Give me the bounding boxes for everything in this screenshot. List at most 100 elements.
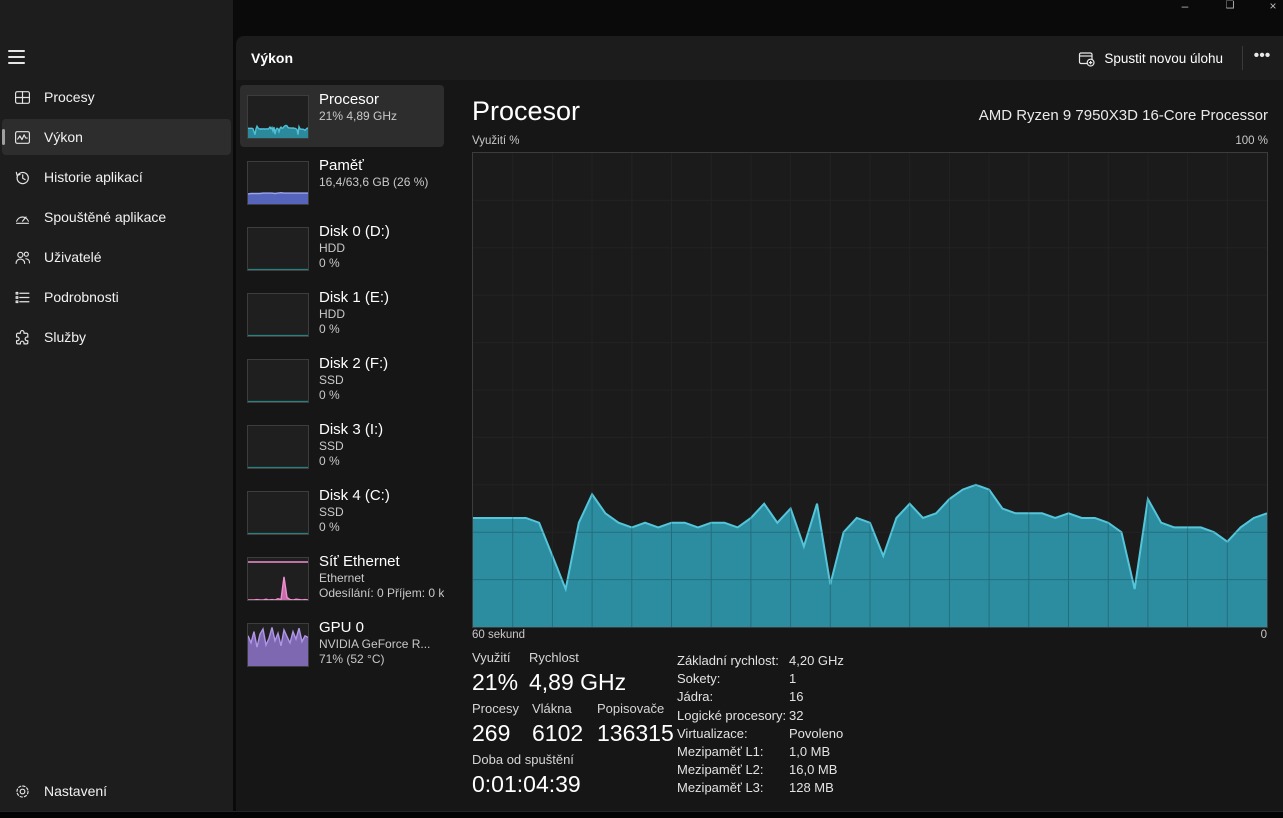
sidebar-item-label: Nastavení <box>44 783 107 799</box>
details-list-icon <box>14 289 31 306</box>
hamburger-menu-icon[interactable] <box>8 46 30 64</box>
detail-label: Virtualizace: <box>677 725 789 743</box>
panel-title: Paměť <box>319 156 444 175</box>
sidebar: Procesy Výkon Historie aplikací Spouštěné a… <box>0 0 233 812</box>
sidebar-item-label: Historie aplikací <box>44 169 143 185</box>
sidebar-item-label: Služby <box>44 329 86 345</box>
stat-value: 0:01:04:39 <box>472 771 581 797</box>
detail-label: Logické procesory: <box>677 707 789 725</box>
panel-title: Disk 4 (C:) <box>319 486 444 505</box>
stat-value: 4,89 GHz <box>529 669 626 695</box>
cpu-model-name: AMD Ryzen 9 7950X3D 16-Core Processor <box>979 107 1268 124</box>
stat-label: Využití <box>472 650 518 666</box>
sidebar-item-label: Uživatelé <box>44 249 102 265</box>
detail-label: Mezipaměť L1: <box>677 743 789 761</box>
panel-item-disk4[interactable]: Disk 4 (C:)SSD0 % <box>240 481 444 543</box>
sidebar-item-settings[interactable]: Nastavení <box>2 773 231 809</box>
network-sparkline <box>247 557 309 601</box>
detail-value: Povoleno <box>789 725 844 743</box>
panel-subtext: 0 % <box>319 256 444 271</box>
content-card: Výkon Spustit novou úlohu ••• Procesor21… <box>236 36 1283 812</box>
panel-item-disk0[interactable]: Disk 0 (D:)HDD0 % <box>240 217 444 279</box>
panel-item-disk2[interactable]: Disk 2 (F:)SSD0 % <box>240 349 444 411</box>
panel-item-memory[interactable]: Paměť16,4/63,6 GB (26 %) <box>240 151 444 213</box>
run-new-task-button[interactable]: Spustit novou úlohu <box>1068 43 1233 73</box>
panel-title: Disk 3 (I:) <box>319 420 444 439</box>
panel-subtext: Ethernet <box>319 571 444 586</box>
users-icon <box>14 249 31 266</box>
chart-ylabel: Využití % <box>472 135 520 147</box>
maximize-button[interactable]: ❑ <box>1215 0 1245 14</box>
header-divider <box>1242 46 1243 70</box>
stat-value: 6102 <box>532 720 583 746</box>
panel-subtext: SSD <box>319 505 444 520</box>
panel-item-gpu[interactable]: GPU 0NVIDIA GeForce R...71% (52 °C) <box>240 613 444 675</box>
cpu-details: Základní rychlost:4,20 GHzSokety:1Jádra:… <box>677 652 844 798</box>
disk0-sparkline <box>247 227 309 271</box>
panel-title: Disk 1 (E:) <box>319 288 444 307</box>
panel-subtext: 21% 4,89 GHz <box>319 109 444 124</box>
detail-label: Jádra: <box>677 688 789 706</box>
panel-title: Procesor <box>319 90 444 109</box>
sidebar-item-app-history[interactable]: Historie aplikací <box>2 159 231 195</box>
history-clock-icon <box>14 169 31 186</box>
panel-item-network[interactable]: Síť EthernetEthernetOdesílání: 0 Příjem:… <box>240 547 444 609</box>
detail-label: Sokety: <box>677 670 789 688</box>
panel-title: GPU 0 <box>319 618 444 637</box>
sidebar-item-services[interactable]: Služby <box>2 319 231 355</box>
sidebar-item-processes[interactable]: Procesy <box>2 79 231 115</box>
disk2-sparkline <box>247 359 309 403</box>
processes-grid-icon <box>14 89 31 106</box>
memory-sparkline <box>247 161 309 205</box>
stat-5: Doba od spuštění0:01:04:39 <box>472 752 581 797</box>
panel-subtext: SSD <box>319 373 444 388</box>
close-button[interactable]: × <box>1258 0 1283 14</box>
chart-xright-label: 0 <box>1261 629 1267 641</box>
panel-item-cpu[interactable]: Procesor21% 4,89 GHz <box>240 85 444 147</box>
run-new-task-label: Spustit novou úlohu <box>1104 51 1223 66</box>
panel-subtext: 16,4/63,6 GB (26 %) <box>319 175 444 190</box>
sidebar-item-startup-apps[interactable]: Spouštěné aplikace <box>2 199 231 235</box>
chart-ymax-label: 100 % <box>1235 135 1268 147</box>
more-options-button[interactable]: ••• <box>1245 43 1279 73</box>
panel-item-disk3[interactable]: Disk 3 (I:)SSD0 % <box>240 415 444 477</box>
gpu-sparkline <box>247 623 309 667</box>
panel-subtext: NVIDIA GeForce R... <box>319 637 444 652</box>
panel-subtext: 71% (52 °C) <box>319 652 444 667</box>
stat-label: Procesy <box>472 701 519 717</box>
chart-xleft-label: 60 sekund <box>472 629 525 641</box>
panel-subtext: Odesílání: 0 Příjem: 0 kb/s <box>319 586 444 601</box>
sidebar-item-performance[interactable]: Výkon <box>2 119 231 155</box>
disk4-sparkline <box>247 491 309 535</box>
sidebar-item-details[interactable]: Podrobnosti <box>2 279 231 315</box>
panel-title: Síť Ethernet <box>319 552 444 571</box>
task-manager-window: Správce úloh – ❑ × ProcesyVýkonHistorie … <box>0 0 1283 818</box>
performance-pulse-icon <box>14 129 31 146</box>
minimize-button[interactable]: – <box>1170 0 1200 14</box>
detail-value: 4,20 GHz <box>789 652 844 670</box>
panel-item-disk1[interactable]: Disk 1 (E:)HDD0 % <box>240 283 444 345</box>
panel-subtext: HDD <box>319 307 444 322</box>
stat-1: Rychlost 4,89 GHz <box>529 650 626 695</box>
stat-value: 269 <box>472 720 519 746</box>
sidebar-item-users[interactable]: Uživatelé <box>2 239 231 275</box>
stat-value: 136315 <box>597 720 674 746</box>
detail-value: 16,0 MB <box>789 761 844 779</box>
page-title: Výkon <box>251 36 293 80</box>
sidebar-item-label: Spouštěné aplikace <box>44 209 166 225</box>
command-bar: Výkon Spustit novou úlohu ••• <box>236 36 1283 80</box>
detail-value: 1 <box>789 670 844 688</box>
stat-0: Využití21% <box>472 650 518 695</box>
stat-label: Rychlost <box>529 650 626 666</box>
settings-gear-icon <box>14 783 31 800</box>
panel-subtext: 0 % <box>319 322 444 337</box>
taskbar-strip <box>0 811 1283 818</box>
stat-label: Popisovače <box>597 701 674 717</box>
panel-subtext: SSD <box>319 439 444 454</box>
new-window-plus-icon <box>1078 50 1095 67</box>
detail-label: Základní rychlost: <box>677 652 789 670</box>
stat-3: Vlákna6102 <box>532 701 583 746</box>
panel-title: Disk 0 (D:) <box>319 222 444 241</box>
detail-value: 1,0 MB <box>789 743 844 761</box>
stat-4: Popisovače 136315 <box>597 701 674 746</box>
